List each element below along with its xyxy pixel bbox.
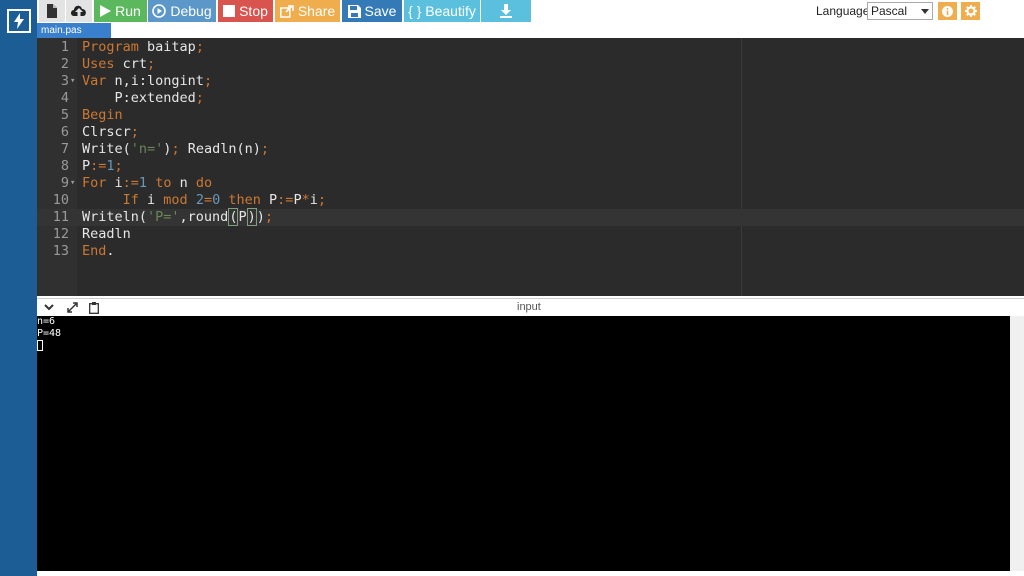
console-scrollbar[interactable] [1010,316,1024,571]
code-text: End. [82,243,115,259]
code-line[interactable]: 13 End. [37,243,1024,260]
text-cursor [37,340,43,351]
chevron-down-icon [921,8,929,14]
new-file-button[interactable] [39,0,65,22]
code-text: Uses crt; [82,56,156,72]
stop-square-icon [223,5,236,17]
info-button[interactable] [938,2,957,20]
code-line[interactable]: 7 Write('n='); Readln(n); [37,141,1024,158]
code-text: Readln [82,226,131,242]
file-icon [47,4,57,18]
fold-arrow-icon[interactable]: ▾ [70,175,75,192]
code-line[interactable]: 8 P:=1; [37,158,1024,175]
code-text: P:=1; [82,158,123,174]
code-line[interactable]: 4 P:extended; [37,90,1024,107]
input-label: input [517,301,541,313]
console-line: P=48 [37,328,62,339]
output-panel-header: input [37,298,1024,315]
line-number: 4 [60,90,69,106]
code-text: Writeln('P=',round(P)); [82,208,274,226]
download-button[interactable] [481,0,531,22]
code-text: Clrscr; [82,124,139,140]
debug-label: Debug [170,3,212,19]
beautify-button[interactable]: { } Beautify [404,0,480,22]
code-line[interactable]: 12 Readln [37,226,1024,243]
cloud-upload-icon [71,5,86,17]
gear-icon [964,5,977,17]
beautify-label: { } Beautify [408,3,476,19]
line-number: 8 [60,158,69,174]
line-number: 13 [52,243,69,259]
collapse-button[interactable] [42,301,56,314]
clipboard-icon [89,301,99,314]
expand-button[interactable] [65,301,79,314]
code-text: Program baitap; [82,39,204,55]
output-console[interactable]: n=6 P=48 [37,316,1010,571]
copy-output-button[interactable] [87,301,101,314]
code-line-active[interactable]: 11 Writeln('P=',round(P)); [37,208,1024,226]
play-circle-icon [152,4,167,18]
fold-arrow-icon[interactable]: ▾ [70,73,75,90]
line-number: 1 [60,39,69,55]
line-number: 10 [52,192,69,208]
chevron-down-icon [44,304,54,311]
code-line[interactable]: 9 ▾ For i:=1 to n do [37,175,1024,192]
line-number: 9 [60,175,69,191]
logo-icon[interactable] [7,9,31,33]
code-text: For i:=1 to n do [82,175,213,191]
console-line-cursor [37,340,1010,352]
code-line[interactable]: 3 ▾ Var n,i:longint; [37,73,1024,90]
play-icon [100,5,112,17]
save-label: Save [364,3,397,19]
expand-arrows-icon [66,302,78,313]
info-icon [942,5,953,17]
file-tab-main[interactable]: main.pas [37,23,111,38]
code-line[interactable]: 10 If i mod 2=0 then P:=P*i; [37,192,1024,209]
line-number: 5 [60,107,69,123]
stop-label: Stop [239,3,268,19]
code-text: Write('n='); Readln(n); [82,141,269,157]
code-text: Begin [82,107,123,123]
line-number: 11 [52,209,69,225]
file-tab-bar: main.pas [37,23,1024,38]
upload-button[interactable] [66,0,92,22]
share-label: Share [297,3,336,19]
code-editor[interactable]: 1 Program baitap; 2 Uses crt; 3 ▾ Var n,… [37,38,1024,296]
language-select[interactable]: Pascal [867,2,933,20]
left-sidebar [0,0,37,576]
share-button[interactable]: Share [275,0,340,22]
line-number: 12 [52,226,69,242]
console-line: n=6 [37,316,56,327]
code-text: P:extended; [82,90,204,106]
code-line[interactable]: 1 Program baitap; [37,39,1024,56]
run-button[interactable]: Run [94,0,147,22]
line-number: 2 [60,56,69,72]
code-line[interactable]: 6 Clrscr; [37,124,1024,141]
language-selected-value: Pascal [871,4,908,18]
toolbar: Run Debug Stop Share Save { } Beautify L… [37,0,1024,23]
line-number: 3 [60,73,69,89]
line-number: 7 [60,141,69,157]
code-text: If i mod 2=0 then P:=P*i; [122,192,326,208]
save-button[interactable]: Save [342,0,402,22]
file-tab-label: main.pas [41,25,82,36]
settings-button[interactable] [961,2,980,20]
line-number: 6 [60,124,69,140]
code-line[interactable]: 2 Uses crt; [37,56,1024,73]
share-icon [279,4,294,18]
debug-button[interactable]: Debug [148,0,216,22]
stop-button[interactable]: Stop [218,0,273,22]
floppy-disk-icon [347,4,361,18]
code-line[interactable]: 5 Begin [37,107,1024,124]
download-icon [500,4,512,18]
code-text: Var n,i:longint; [82,73,213,89]
language-label: Language [816,4,870,18]
run-label: Run [115,3,141,19]
